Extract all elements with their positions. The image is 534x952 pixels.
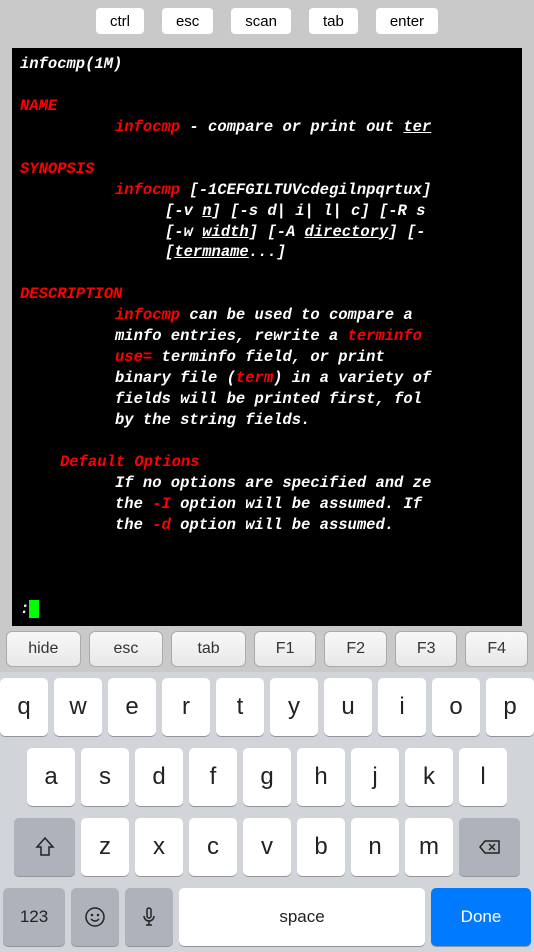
- key-a[interactable]: a: [27, 748, 75, 806]
- key-m[interactable]: m: [405, 818, 453, 876]
- key-o[interactable]: o: [432, 678, 480, 736]
- key-g[interactable]: g: [243, 748, 291, 806]
- key-u[interactable]: u: [324, 678, 372, 736]
- keyboard-row-1: q w e r t y u i o p: [0, 672, 534, 742]
- key-x[interactable]: x: [135, 818, 183, 876]
- key-y[interactable]: y: [270, 678, 318, 736]
- description-header: DESCRIPTION: [20, 284, 514, 305]
- f4-key[interactable]: F4: [465, 631, 528, 667]
- emoji-icon: [83, 905, 107, 929]
- default-line-3: the -d option will be assumed.: [20, 515, 514, 536]
- key-h[interactable]: h: [297, 748, 345, 806]
- function-key-row: hide esc tab F1 F2 F3 F4: [0, 626, 534, 672]
- default-line-1: If no options are specified and ze: [20, 473, 514, 494]
- synopsis-line-4: [termname...]: [20, 242, 514, 263]
- synopsis-line-1: infocmp [-1CEFGILTUVcdegilnpqrtux]: [20, 180, 514, 201]
- key-z[interactable]: z: [81, 818, 129, 876]
- key-l[interactable]: l: [459, 748, 507, 806]
- scan-button[interactable]: scan: [231, 8, 291, 34]
- key-r[interactable]: r: [162, 678, 210, 736]
- terminal-view[interactable]: infocmp(1M) NAME infocmp - compare or pr…: [12, 48, 522, 626]
- desc-line-5: fields will be printed first, fol: [20, 389, 514, 410]
- backspace-key[interactable]: [459, 818, 520, 876]
- key-j[interactable]: j: [351, 748, 399, 806]
- mic-key[interactable]: [125, 888, 173, 946]
- key-t[interactable]: t: [216, 678, 264, 736]
- key-p[interactable]: p: [486, 678, 534, 736]
- backspace-icon: [478, 835, 502, 859]
- shift-key[interactable]: [14, 818, 75, 876]
- key-w[interactable]: w: [54, 678, 102, 736]
- mic-icon: [137, 905, 161, 929]
- synopsis-header: SYNOPSIS: [20, 159, 514, 180]
- tab-key[interactable]: tab: [171, 631, 246, 667]
- esc-key[interactable]: esc: [89, 631, 164, 667]
- key-f[interactable]: f: [189, 748, 237, 806]
- keyboard-row-3: z x c v b n m: [0, 812, 534, 882]
- hide-key[interactable]: hide: [6, 631, 81, 667]
- key-c[interactable]: c: [189, 818, 237, 876]
- numeric-key[interactable]: 123: [3, 888, 65, 946]
- name-header: NAME: [20, 96, 514, 117]
- keyboard-row-4: 123 space Done: [0, 882, 534, 952]
- emoji-key[interactable]: [71, 888, 119, 946]
- esc-button[interactable]: esc: [162, 8, 213, 34]
- key-k[interactable]: k: [405, 748, 453, 806]
- key-b[interactable]: b: [297, 818, 345, 876]
- desc-line-3: use= terminfo field, or print: [20, 347, 514, 368]
- top-toolbar: ctrl esc scan tab enter: [0, 0, 534, 42]
- key-s[interactable]: s: [81, 748, 129, 806]
- desc-line-4: binary file (term) in a variety of: [20, 368, 514, 389]
- f1-key[interactable]: F1: [254, 631, 317, 667]
- ctrl-button[interactable]: ctrl: [96, 8, 144, 34]
- virtual-keyboard: q w e r t y u i o p a s d f g h j k l z …: [0, 672, 534, 952]
- synopsis-line-2: [-v n] [-s d| i| l| c] [-R s: [20, 201, 514, 222]
- key-n[interactable]: n: [351, 818, 399, 876]
- f2-key[interactable]: F2: [324, 631, 387, 667]
- f3-key[interactable]: F3: [395, 631, 458, 667]
- key-e[interactable]: e: [108, 678, 156, 736]
- cursor-icon: [29, 600, 39, 618]
- key-d[interactable]: d: [135, 748, 183, 806]
- keyboard-row-2: a s d f g h j k l: [0, 742, 534, 812]
- default-options-header: Default Options: [20, 452, 514, 473]
- tab-button[interactable]: tab: [309, 8, 358, 34]
- enter-button[interactable]: enter: [376, 8, 438, 34]
- prompt-line: :: [20, 599, 39, 620]
- key-q[interactable]: q: [0, 678, 48, 736]
- space-key[interactable]: space: [179, 888, 425, 946]
- done-key[interactable]: Done: [431, 888, 531, 946]
- synopsis-line-3: [-w width] [-A directory] [-: [20, 222, 514, 243]
- desc-line-6: by the string fields.: [20, 410, 514, 431]
- name-line: infocmp - compare or print out ter: [20, 117, 514, 138]
- key-i[interactable]: i: [378, 678, 426, 736]
- shift-icon: [33, 835, 57, 859]
- default-line-2: the -I option will be assumed. If: [20, 494, 514, 515]
- desc-line-2: minfo entries, rewrite a terminfo: [20, 326, 514, 347]
- desc-line-1: infocmp can be used to compare a: [20, 305, 514, 326]
- key-v[interactable]: v: [243, 818, 291, 876]
- man-page-title: infocmp(1M): [20, 54, 514, 75]
